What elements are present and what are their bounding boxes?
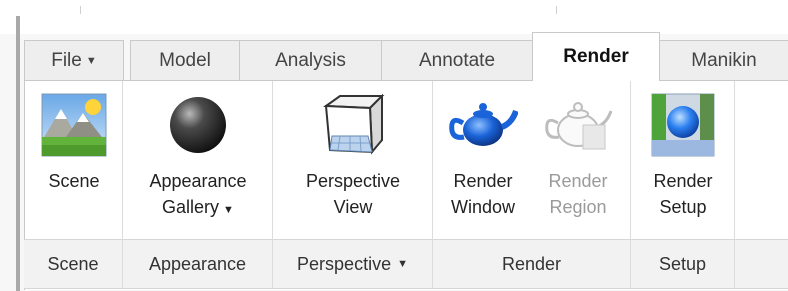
chevron-down-icon[interactable]: ▼: [397, 258, 408, 270]
tab-label: File: [51, 49, 82, 71]
appearance-gallery-button[interactable]: Appearance Gallery ▼: [124, 82, 272, 238]
group-separator: [734, 81, 735, 289]
button-label: Scene: [48, 171, 100, 191]
tab-label: Annotate: [418, 49, 496, 71]
render-setup-button[interactable]: Render Setup: [632, 82, 734, 238]
group-label-text: Appearance: [148, 253, 247, 274]
scene-button[interactable]: Scene: [26, 82, 122, 238]
tab-label: Model: [159, 49, 211, 71]
group-label-scene: Scene: [24, 241, 122, 287]
tab-render[interactable]: Render: [532, 32, 660, 81]
tab-manikin[interactable]: Manikin: [659, 40, 788, 80]
group-label-text: Render: [501, 253, 562, 274]
group-label-setup: Setup: [631, 241, 734, 287]
perspective-view-button[interactable]: Perspective View: [274, 82, 432, 238]
divider: [556, 6, 557, 14]
group-label-text: Perspective: [297, 253, 392, 274]
button-label: Perspective View: [305, 171, 401, 217]
group-label-text: Setup: [658, 253, 707, 274]
tab-annotate[interactable]: Annotate: [381, 40, 533, 80]
title-strip: [0, 0, 788, 34]
scene-icon: [26, 82, 122, 168]
button-label: Render Region: [548, 171, 608, 217]
group-label-text: Scene: [47, 253, 99, 274]
window-edge: [16, 16, 20, 291]
group-label-render: Render: [433, 241, 630, 287]
button-label: Render Window: [450, 171, 516, 217]
teapot-outline-icon: [532, 82, 624, 168]
tab-label: Manikin: [691, 49, 757, 71]
sphere-icon: [124, 82, 272, 168]
tab-label: Render: [563, 46, 629, 67]
group-label-appearance: Appearance: [123, 241, 272, 287]
chevron-down-icon[interactable]: ▼: [223, 204, 234, 216]
render-window-button[interactable]: Render Window: [436, 82, 530, 238]
tab-model[interactable]: Model: [130, 40, 240, 80]
render-setup-icon: [632, 82, 734, 168]
tab-analysis[interactable]: Analysis: [239, 40, 382, 80]
tab-label: Analysis: [275, 49, 346, 71]
teapot-icon: [436, 82, 530, 168]
button-label: Render Setup: [653, 171, 713, 217]
group-label-perspective[interactable]: Perspective ▼: [273, 241, 432, 287]
render-region-button[interactable]: Render Region: [532, 82, 624, 238]
divider: [80, 6, 81, 14]
cube-icon: [274, 82, 432, 168]
chevron-down-icon: ▼: [85, 54, 97, 67]
button-label: Appearance Gallery ▼: [149, 168, 246, 223]
tab-file[interactable]: File ▼: [24, 40, 124, 80]
